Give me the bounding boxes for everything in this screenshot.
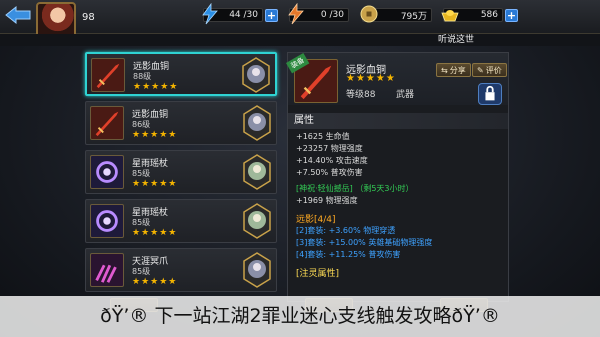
energy-resource: 0 /30 [288, 3, 349, 25]
detail-item-level: 等级88 [346, 90, 376, 100]
list-item[interactable]: 远影血铜 86级 ★★★★★ [85, 101, 277, 145]
detail-item-type: 武器 [396, 90, 415, 100]
add-stamina-button[interactable]: + [265, 8, 278, 22]
set-bonus-line: [2]套装: +3.60% 物理穿透 [296, 226, 396, 235]
hero-portrait-icon[interactable] [242, 153, 272, 191]
share-button[interactable]: ⇆ 分享 [436, 63, 471, 77]
staff-item-icon [90, 155, 124, 189]
item-level: 85级 [132, 267, 151, 276]
detail-header: 装备 远影血铜 ★★★★★ 等级88 武器 ⇆ 分享 ✎ 评价 [286, 53, 508, 105]
sword-item-icon [91, 58, 125, 92]
player-avatar[interactable] [36, 2, 76, 38]
back-arrow-icon[interactable] [4, 4, 32, 26]
sub-header [0, 34, 600, 46]
item-level: 88级 [133, 72, 152, 81]
item-stars: ★★★★★ [132, 130, 178, 140]
stamina-icon [202, 3, 218, 25]
stat-line: +23257 物理强度 [296, 144, 363, 153]
gold-ingot-icon [441, 10, 459, 22]
top-bar: 98 44 /30 + 0 /30 795万 586 + [0, 0, 600, 38]
item-level: 85级 [132, 169, 151, 178]
equipment-list: 远影血铜 88级 ★★★★★ 远影血铜 86级 ★★★★★ 星雨瑶杖 85级 ★… [85, 52, 283, 302]
review-label: 评价 [485, 65, 502, 75]
item-stars: ★★★★★ [132, 179, 178, 189]
item-level: 85级 [132, 218, 151, 227]
article-caption: ðŸ’® 下一站江湖2罪业迷心支线触发攻略ðŸ’® [0, 296, 600, 337]
review-button[interactable]: ✎ 评价 [472, 63, 507, 77]
stat-line: +14.40% 攻击速度 [296, 156, 368, 165]
blessing-title: [神祝·轻仙撼岳] （剩5天3小时） [296, 184, 414, 193]
sword-item-icon [90, 106, 124, 140]
coin-icon [360, 5, 378, 23]
hero-portrait-icon[interactable] [241, 56, 271, 94]
spirit-title: [注灵属性] [296, 269, 340, 279]
set-bonus-line: [3]套装: +15.00% 英雄基础物理强度 [296, 238, 433, 247]
stat-line: +1625 生命值 [296, 132, 350, 141]
list-item[interactable]: 远影血铜 88级 ★★★★★ [85, 52, 277, 96]
item-stars: ★★★★★ [132, 277, 178, 287]
hero-portrait-icon[interactable] [242, 104, 272, 142]
item-stars: ★★★★★ [132, 228, 178, 238]
staff-item-icon [90, 204, 124, 238]
list-item[interactable]: 星雨瑶杖 85级 ★★★★★ [85, 199, 277, 243]
hero-portrait-icon[interactable] [242, 202, 272, 240]
banner-text: 听说这世 [438, 35, 475, 45]
attributes-title: 属性 [288, 113, 508, 129]
stat-line: +7.50% 普攻伤害 [296, 168, 363, 177]
gold-resource: 586 + [441, 7, 518, 23]
energy-icon [288, 3, 304, 25]
equipment-detail-panel: 装备 远影血铜 ★★★★★ 等级88 武器 ⇆ 分享 ✎ 评价 属性 +1625… [286, 52, 509, 302]
coin-resource: 795万 [360, 5, 432, 23]
add-gold-button[interactable]: + [505, 8, 518, 22]
list-item[interactable]: 星雨瑶杖 85级 ★★★★★ [85, 150, 277, 194]
set-bonus-line: [4]套装: +11.25% 普攻伤害 [296, 250, 401, 259]
blessing-stat: +1969 物理强度 [296, 196, 358, 205]
share-label: 分享 [449, 65, 466, 75]
player-level: 98 [82, 12, 95, 23]
review-icon: ✎ [477, 65, 484, 75]
item-level: 86级 [132, 120, 151, 129]
claw-item-icon [90, 253, 124, 287]
item-stars: ★★★★★ [133, 82, 179, 92]
list-item[interactable]: 天涯冥爪 85级 ★★★★★ [85, 248, 277, 292]
share-icon: ⇆ [441, 65, 448, 75]
set-title: 远影[4/4] [296, 215, 336, 225]
detail-item-stars: ★★★★★ [346, 73, 396, 84]
lock-icon[interactable] [478, 83, 502, 105]
stamina-resource: 44 /30 + [202, 3, 278, 25]
hero-portrait-icon[interactable] [242, 251, 272, 289]
